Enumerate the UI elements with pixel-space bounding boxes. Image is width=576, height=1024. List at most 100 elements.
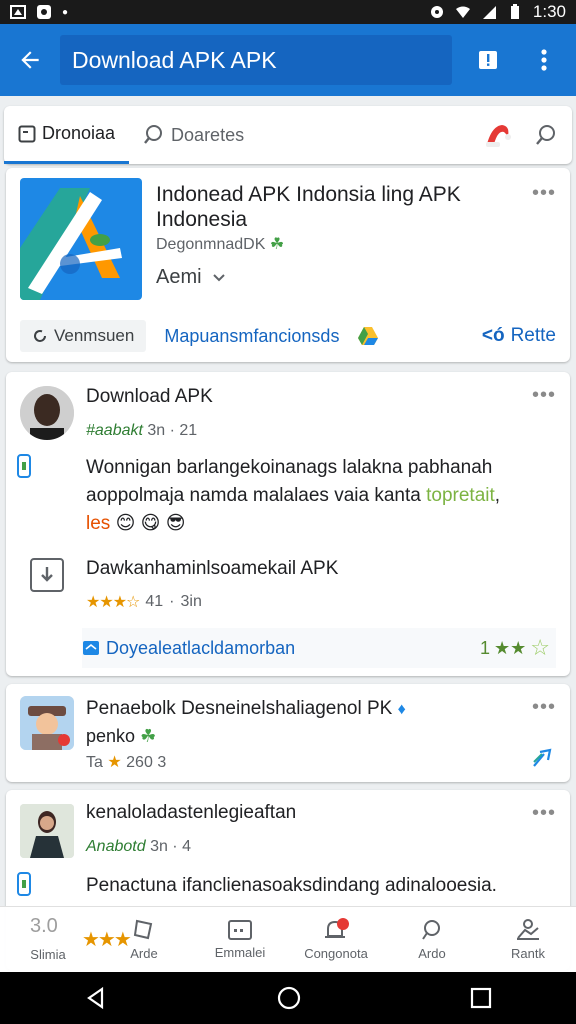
- clock: 1:30: [532, 2, 566, 21]
- link-bar-rating: 1 ★★ ☆: [480, 635, 556, 661]
- post-subtitle: penko ☘: [86, 726, 156, 747]
- clover-icon: ☘: [269, 236, 285, 253]
- app-hero-card: Indonead APK Indonsia ling APK Indonesia…: [6, 168, 570, 362]
- emoji-icons: 😊 😋 😎: [115, 513, 186, 534]
- post-text-line3: les 😊 😋 😎: [86, 510, 546, 538]
- avatar[interactable]: [20, 696, 74, 750]
- app-bar: Download APK APK: [0, 24, 576, 96]
- tag-icon: [133, 919, 153, 940]
- developer-name: DegonmnadDK: [156, 236, 266, 253]
- more-horizontal-icon[interactable]: •••: [532, 802, 556, 825]
- post-handle: #aabakt: [86, 422, 143, 439]
- post-meta-c: 3: [157, 754, 167, 771]
- post-text-line2-c: ,: [494, 485, 501, 506]
- link-bar[interactable]: Doyealeatlacldamorban 1 ★★ ☆: [82, 628, 556, 668]
- app-icon[interactable]: [20, 178, 142, 300]
- post-text-line1: Wonnigan barlangekoinanags lalakna pabha…: [86, 457, 493, 478]
- download-box-icon: [18, 125, 36, 142]
- post-text-line2-a: aoppolmaja namda malalaes vaia kanta: [86, 485, 427, 506]
- avatar[interactable]: [20, 804, 74, 858]
- post-author[interactable]: Penaebolk Desneinelshaliagenol PK ♦: [86, 698, 406, 720]
- post-card: Penaebolk Desneinelshaliagenol PK ♦ penk…: [6, 684, 570, 782]
- santa-hat-icon[interactable]: [484, 122, 512, 148]
- link-rating-value: 1: [479, 637, 490, 658]
- media-icon: [228, 920, 252, 940]
- more-horizontal-icon[interactable]: •••: [532, 696, 556, 719]
- pin-icon: [422, 920, 440, 940]
- tab-bar: Dronoiaa Doaretes: [4, 106, 572, 164]
- trend-icon[interactable]: [532, 748, 554, 768]
- app-link-icon: [30, 558, 64, 592]
- nav-home-icon[interactable]: [276, 985, 302, 1011]
- nav-item-emmalei[interactable]: Emmalei: [192, 907, 288, 972]
- post-text: Penactuna ifanclienasoaksdindang adinalo…: [86, 875, 497, 896]
- post-card: Download APK #aabakt 3n · 21 ••• Wonniga…: [6, 372, 570, 676]
- post-author[interactable]: kenaloladastenlegieaftan: [86, 802, 296, 824]
- download-arrow-icon: [41, 567, 53, 582]
- search-input[interactable]: Download APK APK: [60, 35, 452, 85]
- report-button[interactable]: [460, 24, 516, 96]
- nav-item-ardo[interactable]: Ardo: [384, 907, 480, 972]
- app-title: Indonead APK Indonsia ling APK Indonesia: [156, 183, 461, 231]
- tab-downloads[interactable]: Dronoiaa: [4, 106, 130, 164]
- nav-label: Ardo: [418, 946, 446, 961]
- retry-button[interactable]: <ó Rette: [482, 325, 556, 347]
- dot-icon: ●: [62, 6, 69, 18]
- post-author-text: Penaebolk Desneinelshaliagenol PK: [86, 698, 393, 719]
- post-text-highlight[interactable]: topretait: [426, 485, 495, 506]
- version-chip-label: Venmsuen: [54, 326, 135, 345]
- refresh-icon: [34, 329, 46, 342]
- battery-icon: [510, 4, 519, 19]
- post-time: 3n · 4: [150, 838, 191, 855]
- post-meta: #aabakt 3n · 21: [86, 422, 197, 440]
- search-icon[interactable]: [534, 123, 558, 147]
- bottom-nav: 3.0 ★★★ Slimia Arde Emmalei Congonota Ar…: [0, 906, 576, 972]
- app-notification-icon: [37, 5, 51, 19]
- rating-stars-icon: ★★: [493, 637, 527, 658]
- version-chip[interactable]: Venmsuen: [20, 320, 147, 352]
- alarm-icon: [430, 6, 443, 18]
- wifi-icon: [455, 6, 470, 18]
- more-vert-icon: [541, 49, 547, 71]
- rating-count: 41: [145, 593, 164, 610]
- more-horizontal-icon[interactable]: •••: [532, 182, 556, 205]
- star-icon: ★: [107, 754, 122, 771]
- nav-recents-icon[interactable]: [470, 987, 492, 1009]
- search-query: Download APK APK: [72, 46, 277, 73]
- nav-item-slimia[interactable]: 3.0 ★★★ Slimia: [0, 907, 132, 972]
- avatar[interactable]: [20, 386, 74, 440]
- star-outline-icon[interactable]: ☆: [530, 635, 550, 661]
- nav-label: Emmalei: [214, 945, 266, 960]
- arrow-left-icon: [21, 51, 39, 69]
- rating-stars-icon: ★★★☆: [86, 594, 140, 611]
- nav-label: Slimia: [30, 947, 66, 962]
- notification-icon: [10, 5, 26, 19]
- nav-item-arde[interactable]: Arde: [96, 907, 192, 972]
- person-photo-icon: [20, 804, 74, 858]
- tab-updates[interactable]: Doaretes: [129, 106, 258, 164]
- more-horizontal-icon[interactable]: •••: [532, 384, 556, 407]
- tab-downloads-label: Dronoiaa: [42, 123, 116, 143]
- post-meta-a: Ta: [86, 754, 103, 771]
- post-text-line3-text: les: [86, 513, 111, 534]
- nav-item-rantk[interactable]: Rantk: [480, 907, 576, 972]
- back-button[interactable]: [0, 24, 60, 96]
- linked-app-rating: ★★★☆ 41 · 3in: [86, 592, 202, 612]
- overflow-menu-button[interactable]: [516, 24, 572, 96]
- nav-label: Arde: [130, 946, 158, 961]
- phone-icon: [17, 872, 31, 896]
- nav-extra-value: 3.0: [30, 915, 58, 937]
- system-nav-bar: [0, 972, 576, 1024]
- app-developer[interactable]: DegonmnadDK ☘: [156, 234, 284, 254]
- nav-item-congonota[interactable]: Congonota: [288, 907, 384, 972]
- app-meta-dropdown[interactable]: Aemi: [156, 266, 226, 289]
- nav-back-icon[interactable]: [84, 986, 108, 1010]
- post-text: Wonnigan barlangekoinanags lalakna pabha…: [86, 454, 546, 538]
- post-subtitle-text: penko: [86, 726, 136, 746]
- nav-label: Rantk: [511, 946, 545, 961]
- clover-icon: ☘: [140, 726, 157, 746]
- app-link[interactable]: Mapuansmfancionsds: [164, 326, 339, 347]
- status-bar: ● 1:30: [0, 0, 576, 24]
- post-author[interactable]: Download APK: [86, 386, 213, 408]
- linked-app-item[interactable]: Dawkanhaminlsoamekail APK ★★★☆ 41 · 3in: [30, 558, 556, 628]
